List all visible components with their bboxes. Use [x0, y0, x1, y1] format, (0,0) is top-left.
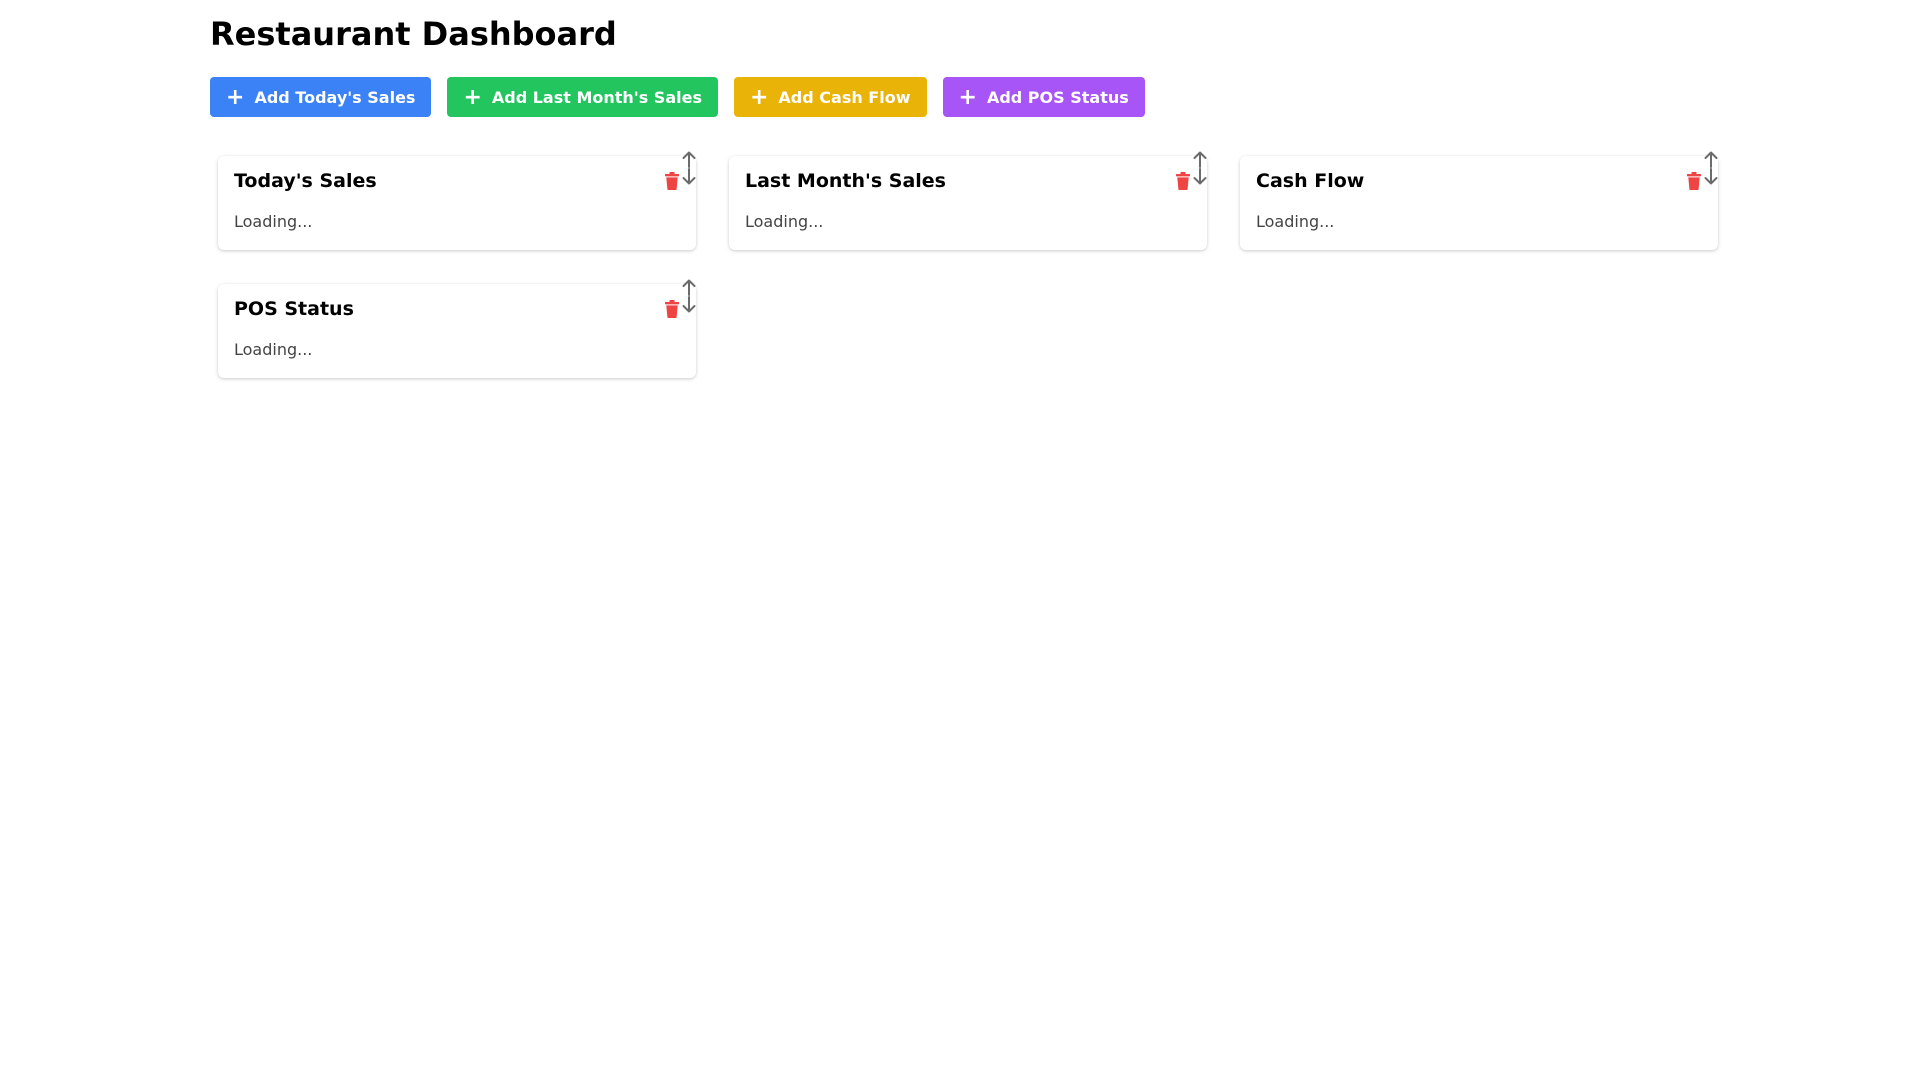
dashboard-page: Restaurant Dashboard + Add Today's Sales… [0, 0, 1920, 1080]
arrow-down-icon[interactable] [681, 168, 697, 186]
add-pos-status-label: Add POS Status [986, 87, 1129, 107]
add-todays-sales-button[interactable]: + Add Today's Sales [210, 77, 432, 117]
trash-icon[interactable] [1687, 172, 1701, 190]
trash-icon[interactable] [665, 172, 679, 190]
widget-cash-flow: Cash Flow Loading... [1240, 151, 1718, 250]
arrow-up-icon[interactable] [681, 278, 697, 296]
arrow-down-icon[interactable] [681, 296, 697, 314]
widget-title: Last Month's Sales [745, 170, 946, 192]
widget-loading-text: Loading... [1256, 212, 1335, 231]
widget-pos-status: POS Status Loading... [218, 279, 696, 378]
move-controls [681, 150, 697, 186]
widget-todays-sales: Today's Sales Loading... [218, 151, 696, 250]
widget-grid: Today's Sales Loading... Last Month's Sa… [218, 151, 1718, 378]
widget-title: Cash Flow [1256, 170, 1365, 192]
move-controls [1192, 150, 1208, 186]
plus-icon: + [749, 85, 769, 110]
toolbar: + Add Today's Sales + Add Last Month's S… [210, 77, 1145, 117]
page-title: Restaurant Dashboard [210, 15, 617, 53]
arrow-up-icon[interactable] [681, 150, 697, 168]
plus-icon: + [226, 85, 245, 110]
arrow-up-icon[interactable] [1703, 150, 1719, 168]
add-pos-status-button[interactable]: + Add POS Status [942, 77, 1145, 117]
move-controls [681, 278, 697, 314]
widget-loading-text: Loading... [234, 340, 313, 359]
arrow-down-icon[interactable] [1192, 168, 1208, 186]
arrow-down-icon[interactable] [1703, 168, 1719, 186]
widget-last-months-sales: Last Month's Sales Loading... [729, 151, 1207, 250]
widget-loading-text: Loading... [745, 212, 824, 231]
trash-icon[interactable] [665, 300, 679, 318]
add-cash-flow-label: Add Cash Flow [778, 87, 911, 107]
add-todays-sales-label: Add Today's Sales [254, 87, 416, 107]
trash-icon[interactable] [1176, 172, 1190, 190]
arrow-up-icon[interactable] [1192, 150, 1208, 168]
add-cash-flow-button[interactable]: + Add Cash Flow [733, 77, 927, 117]
widget-loading-text: Loading... [234, 212, 313, 231]
widget-title: Today's Sales [234, 170, 377, 192]
move-controls [1703, 150, 1719, 186]
widget-title: POS Status [234, 298, 354, 320]
plus-icon: + [463, 85, 482, 110]
plus-icon: + [958, 85, 977, 110]
add-last-months-sales-button[interactable]: + Add Last Month's Sales [447, 77, 718, 117]
add-last-months-sales-label: Add Last Month's Sales [491, 87, 702, 107]
